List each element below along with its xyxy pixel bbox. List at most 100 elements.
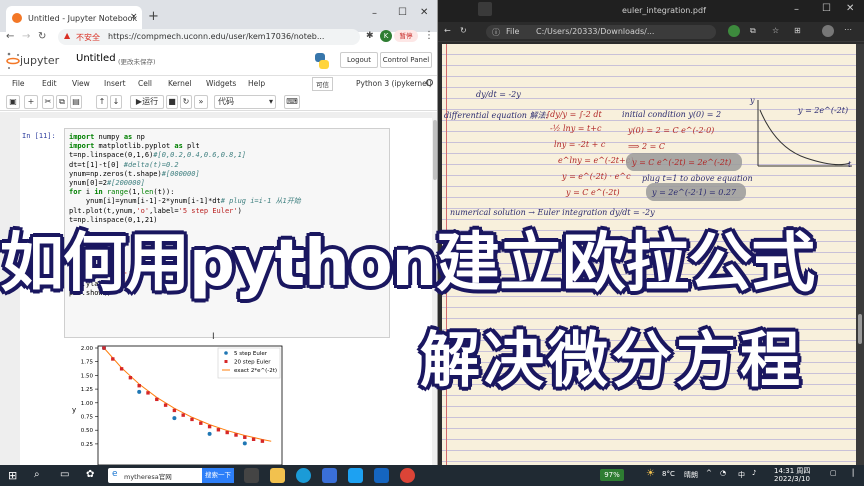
logout-button[interactable]: Logout (340, 52, 378, 68)
note-ic: initial condition y(0) = 2 (622, 110, 722, 119)
edge-icon[interactable] (296, 468, 311, 483)
weather-desc[interactable]: 晴朗 (684, 470, 698, 480)
overlay-title-line1: 如何用python建立欧拉公式 (0, 227, 815, 301)
weather-icon: ☀ (646, 468, 655, 479)
back-icon[interactable]: ← (444, 26, 451, 35)
twenty-step-point (251, 437, 256, 441)
store-icon[interactable] (322, 468, 337, 483)
menu-help[interactable]: Help (248, 79, 265, 88)
run-button[interactable]: ▶运行 (130, 95, 164, 109)
widgets-icon[interactable]: ✿ (86, 469, 94, 480)
chrome-icon[interactable] (400, 468, 415, 483)
stop-icon[interactable]: ■ (166, 95, 178, 109)
notebook-name[interactable]: Untitled (76, 53, 116, 64)
extensions-icon[interactable]: ✱ (366, 31, 374, 41)
paused-badge[interactable]: 暂停 (394, 30, 418, 42)
puzzle-icon[interactable]: ⧉ (750, 26, 756, 36)
tab-close-icon[interactable]: × (130, 12, 138, 22)
trusted-indicator[interactable]: 可信 (312, 77, 333, 91)
info-icon: ⓘ (492, 28, 500, 37)
network-icon[interactable]: ◔ (720, 469, 726, 477)
tab-title: Untitled - Jupyter Notebook (28, 14, 138, 23)
minimize-icon[interactable]: – (794, 4, 799, 15)
copy-icon[interactable]: ⧉ (56, 95, 68, 109)
battery-indicator[interactable]: 97% (600, 469, 624, 481)
jupyter-logo-icon[interactable] (6, 52, 20, 70)
maximize-icon[interactable]: ☐ (398, 7, 407, 18)
y-tick-label: 1.75 (81, 360, 94, 366)
new-tab-icon[interactable]: + (148, 9, 159, 24)
search-icon[interactable]: ⌕ (34, 469, 40, 480)
notebook-scroll-thumb[interactable] (433, 120, 437, 180)
more-icon[interactable]: ⋮ (424, 30, 434, 41)
search-button[interactable]: 搜索一下 (202, 468, 234, 483)
twenty-step-point (181, 413, 185, 417)
run-label: 运行 (142, 97, 159, 106)
cut-icon[interactable]: ✂ (42, 95, 54, 109)
profile-avatar[interactable] (822, 25, 834, 37)
keyboard-icon[interactable]: ⌨ (284, 95, 300, 109)
restart-run-icon[interactable]: » (194, 95, 208, 109)
clock-date[interactable]: 2022/3/10 (774, 475, 810, 483)
pdf-scroll-thumb[interactable] (858, 314, 862, 344)
mail-icon[interactable] (374, 468, 389, 483)
close-icon[interactable]: ✕ (846, 3, 854, 14)
add-cell-icon[interactable]: + (24, 95, 38, 109)
taskbar-search-box[interactable]: e mytheresa官网 搜索一下 (108, 468, 234, 483)
app-l-icon[interactable] (348, 468, 363, 483)
menu-view[interactable]: View (72, 79, 90, 88)
move-down-icon[interactable]: ↓ (110, 95, 122, 109)
python-logo-icon (315, 53, 329, 69)
pdf-window-title: euler_integration.pdf (622, 6, 706, 15)
ime-indicator[interactable]: 中 (738, 470, 745, 480)
close-icon[interactable]: ✕ (420, 7, 428, 18)
jupyter-brand[interactable]: jupyter (20, 54, 59, 67)
menu-cell[interactable]: Cell (138, 79, 152, 88)
volume-icon[interactable]: ♪ (752, 469, 756, 477)
twenty-step-point (119, 367, 124, 371)
pdf-scrollbar[interactable] (856, 44, 864, 465)
legend-marker-5-step (224, 351, 228, 355)
maximize-icon[interactable]: ☐ (822, 3, 831, 14)
menu-insert[interactable]: Insert (104, 79, 126, 88)
pdf-address-field[interactable]: ⓘ File C:/Users/20333/Downloads/... (486, 25, 716, 39)
file-explorer-icon[interactable] (270, 468, 285, 483)
desktop-icon[interactable]: ▕ (848, 469, 853, 477)
menu-file[interactable]: File (12, 79, 25, 88)
five-step-point (207, 431, 212, 436)
collections-icon[interactable]: ⊞ (794, 26, 801, 35)
menu-kernel[interactable]: Kernel (168, 79, 192, 88)
paste-icon[interactable]: ▤ (70, 95, 82, 109)
save-icon[interactable]: ▣ (6, 95, 20, 109)
more-icon[interactable]: ⋯ (844, 25, 852, 34)
cell-type-select[interactable]: 代码 ▾ (214, 95, 276, 109)
weather-temp[interactable]: 8°C (662, 470, 675, 478)
twenty-step-point (111, 357, 115, 361)
favorites-icon[interactable]: ☆ (772, 26, 779, 35)
twenty-step-point (225, 430, 229, 435)
forward-icon[interactable]: → (22, 31, 30, 42)
restart-icon[interactable]: ↻ (180, 95, 192, 109)
windows-start-icon[interactable]: ⊞ (8, 469, 17, 482)
refresh-icon[interactable]: ↻ (460, 26, 467, 35)
menu-edit[interactable]: Edit (42, 79, 57, 88)
twenty-step-point (155, 397, 159, 402)
note-step6: y = C e^(-2t) (566, 188, 620, 197)
task-view-icon[interactable]: ▭ (60, 469, 69, 480)
twenty-step-point (102, 346, 106, 350)
y-ticks: 2.00 1.75 1.50 1.25 1.00 0.75 0.50 0.25 (81, 346, 98, 448)
notification-icon[interactable]: ▢ (830, 469, 837, 477)
extension-icon[interactable] (728, 25, 740, 37)
tray-chevron-icon[interactable]: ^ (706, 469, 712, 477)
move-up-icon[interactable]: ↑ (96, 95, 108, 109)
minimize-icon[interactable]: – (372, 8, 377, 19)
profile-avatar[interactable]: K (380, 30, 392, 42)
note-diffeq: differential equation 解法: (444, 111, 549, 120)
menu-widgets[interactable]: Widgets (206, 79, 236, 88)
back-icon[interactable]: ← (6, 31, 14, 42)
refresh-icon[interactable]: ↻ (38, 31, 46, 42)
twenty-step-point (146, 391, 150, 395)
address-bar[interactable]: ▲ 不安全 https://compmech.uconn.edu/user/ke… (58, 29, 360, 45)
control-panel-button[interactable]: Control Panel (380, 52, 432, 68)
taskbar-app-icon-1[interactable] (244, 468, 259, 483)
